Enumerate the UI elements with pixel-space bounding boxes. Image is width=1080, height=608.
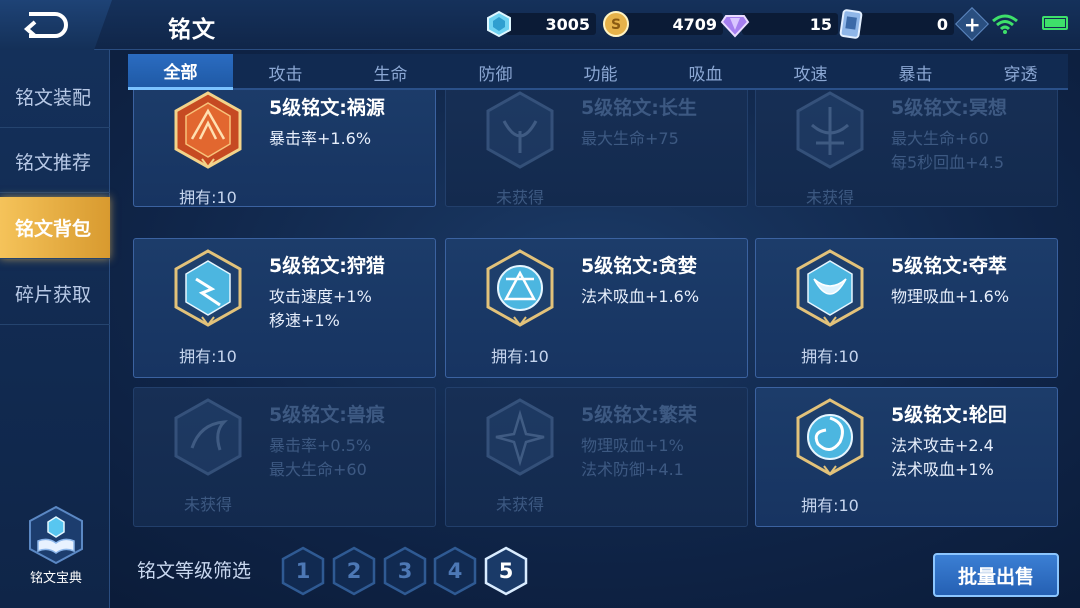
gold-coin-icon: S <box>601 9 631 39</box>
rune-card-icon <box>836 9 866 39</box>
rune-stat: 攻击速度+1% <box>269 287 372 306</box>
plus-icon: + <box>963 11 981 36</box>
rune-icon <box>796 249 864 327</box>
rune-owned-count: 拥有:10 <box>179 347 237 366</box>
sidebar-item-fragment-source[interactable]: 碎片获取 <box>0 263 110 325</box>
tab-attack[interactable]: 攻击 <box>233 54 338 90</box>
add-resource-button[interactable]: + <box>955 7 989 41</box>
gold-resource: S 4709 <box>601 10 723 38</box>
sidebar-item-rune-assembly[interactable]: 铭文装配 <box>0 66 110 128</box>
rune-owned-count: 未获得 <box>495 188 544 207</box>
rune-name: 5级铭文:轮回 <box>891 404 1007 426</box>
rune-stat: 最大生命+60 <box>269 460 367 479</box>
rune-name: 5级铭文:狩猎 <box>269 255 385 277</box>
level-filter-3[interactable]: 3 <box>383 546 427 596</box>
rune-card[interactable]: 5级铭文:长生 最大生命+75 未获得 <box>445 90 748 207</box>
rune-name: 5级铭文:兽痕 <box>269 404 385 426</box>
rune-card[interactable]: 5级铭文:祸源 暴击率+1.6% 拥有:10 <box>133 90 436 207</box>
rune-grid: 5级铭文:祸源 暴击率+1.6% 拥有:10 5级铭文:长生 最大生命+75 未… <box>133 90 1059 528</box>
rune-icon <box>796 398 864 476</box>
rune-card[interactable]: 5级铭文:兽痕 暴击率+0.5% 最大生命+60 未获得 <box>133 387 436 527</box>
rune-stat: 物理吸血+1.6% <box>891 287 1010 306</box>
rune-stat: 暴击率+1.6% <box>269 129 372 148</box>
rune-name: 5级铭文:冥想 <box>891 97 1007 119</box>
back-button[interactable] <box>0 0 112 50</box>
crystal-resource: 15 <box>720 10 838 38</box>
wifi-icon <box>992 14 1018 34</box>
rune-stat: 移速+1% <box>269 311 340 330</box>
diamond-icon <box>484 9 514 39</box>
rune-stat: 最大生命+75 <box>581 129 679 148</box>
rune-card[interactable]: 5级铭文:轮回 法术攻击+2.4 法术吸血+1% 拥有:10 <box>755 387 1058 527</box>
diamond-resource: 3005 <box>484 10 596 38</box>
rune-owned-count: 拥有:10 <box>801 347 859 366</box>
sidebar-item-rune-recommend[interactable]: 铭文推荐 <box>0 131 110 193</box>
rune-owned-count: 拥有:10 <box>801 496 859 515</box>
rune-card-resource: 0 + <box>836 7 989 41</box>
rune-stat: 暴击率+0.5% <box>269 436 372 455</box>
rune-stat: 每5秒回血+4.5 <box>891 153 1005 172</box>
svg-text:S: S <box>611 17 621 33</box>
rune-codex-button[interactable]: 铭文宝典 <box>14 505 98 586</box>
rune-icon <box>796 91 864 169</box>
rune-stat: 法术攻击+2.4 <box>891 436 994 455</box>
level-filter-label: 铭文等级筛选 <box>137 560 252 582</box>
category-tabs: 全部 攻击 生命 防御 功能 吸血 攻速 暴击 穿透 <box>128 54 1068 90</box>
tab-health[interactable]: 生命 <box>338 54 443 90</box>
tab-defense[interactable]: 防御 <box>443 54 548 90</box>
rune-icon <box>174 249 242 327</box>
rune-stat: 最大生命+60 <box>891 129 989 148</box>
rune-icon <box>486 91 554 169</box>
rune-owned-count: 未获得 <box>805 188 854 207</box>
sidebar: 铭文装配 铭文推荐 铭文背包 碎片获取 铭文宝典 <box>0 50 110 608</box>
rune-name: 5级铭文:贪婪 <box>581 255 697 277</box>
rune-icon <box>486 398 554 476</box>
top-bar: 铭文 3005 S 4709 15 0 + <box>0 0 1080 50</box>
rune-owned-count: 未获得 <box>495 495 544 514</box>
rune-card[interactable]: 5级铭文:贪婪 法术吸血+1.6% 拥有:10 <box>445 238 748 378</box>
rune-icon <box>486 249 554 327</box>
rune-name: 5级铭文:长生 <box>581 97 697 119</box>
rune-owned-count: 拥有:10 <box>179 188 237 207</box>
rune-card[interactable]: 5级铭文:夺萃 物理吸血+1.6% 拥有:10 <box>755 238 1058 378</box>
batch-sell-button[interactable]: 批量出售 <box>933 553 1059 597</box>
gold-count: 4709 <box>623 13 723 35</box>
rune-name: 5级铭文:夺萃 <box>891 255 1007 277</box>
crystal-count: 15 <box>742 13 838 35</box>
tab-critical[interactable]: 暴击 <box>863 54 968 90</box>
rune-owned-count: 拥有:10 <box>491 347 549 366</box>
page-title: 铭文 <box>168 17 216 43</box>
rune-card[interactable]: 5级铭文:繁荣 物理吸血+1% 法术防御+4.1 未获得 <box>445 387 748 527</box>
rune-name: 5级铭文:繁荣 <box>581 404 697 426</box>
tab-lifesteal[interactable]: 吸血 <box>653 54 758 90</box>
rune-stat: 法术吸血+1.6% <box>581 287 700 306</box>
purple-crystal-icon <box>720 9 750 39</box>
rune-card-count: 0 <box>858 13 954 35</box>
tab-all[interactable]: 全部 <box>128 54 233 90</box>
diamond-count: 3005 <box>506 13 596 35</box>
rune-name: 5级铭文:祸源 <box>269 97 385 119</box>
level-filter-5[interactable]: 5 <box>484 546 528 596</box>
rune-owned-count: 未获得 <box>183 495 232 514</box>
back-arrow-icon <box>23 12 68 38</box>
battery-icon <box>1042 16 1068 30</box>
tab-penetration[interactable]: 穿透 <box>968 54 1073 90</box>
rune-stat: 物理吸血+1% <box>581 436 684 455</box>
rune-card[interactable]: 5级铭文:冥想 最大生命+60 每5秒回血+4.5 未获得 <box>755 90 1058 207</box>
rune-stat: 法术防御+4.1 <box>581 460 684 479</box>
tab-attack-speed[interactable]: 攻速 <box>758 54 863 90</box>
rune-icon <box>174 398 242 476</box>
sidebar-item-rune-bag[interactable]: 铭文背包 <box>0 197 110 259</box>
level-filter-2[interactable]: 2 <box>332 546 376 596</box>
rune-icon <box>174 91 242 169</box>
level-filter-1[interactable]: 1 <box>281 546 325 596</box>
rune-stat: 法术吸血+1% <box>891 460 994 479</box>
rune-card[interactable]: 5级铭文:狩猎 攻击速度+1% 移速+1% 拥有:10 <box>133 238 436 378</box>
codex-book-icon <box>29 505 83 565</box>
level-filter-4[interactable]: 4 <box>433 546 477 596</box>
codex-label: 铭文宝典 <box>29 571 82 586</box>
tab-utility[interactable]: 功能 <box>548 54 653 90</box>
